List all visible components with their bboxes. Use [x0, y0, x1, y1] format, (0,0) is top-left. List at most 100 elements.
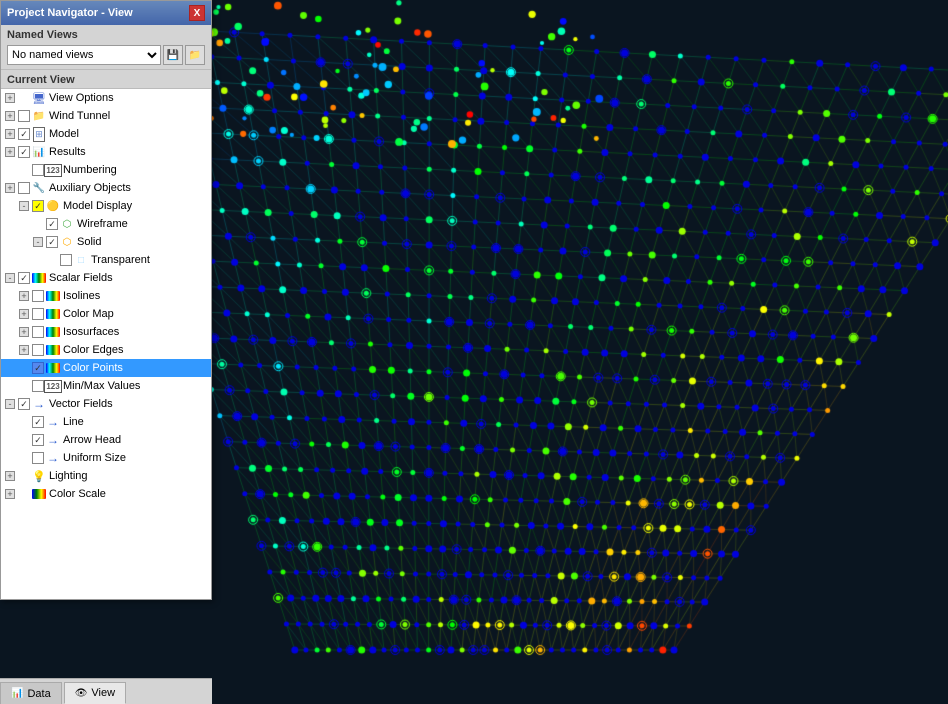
expand-btn-model-display[interactable]: - — [17, 199, 31, 213]
icon-color-edges — [45, 343, 61, 357]
tree-item-isosurfaces[interactable]: +Isosurfaces — [1, 323, 211, 341]
tree-item-arrow-head[interactable]: →Arrow Head — [1, 431, 211, 449]
expand-btn-wind-tunnel[interactable]: + — [3, 109, 17, 123]
tree-item-color-edges[interactable]: +Color Edges — [1, 341, 211, 359]
icon-model: ⊞ — [31, 127, 47, 141]
checkbox-scalar-fields[interactable] — [18, 272, 30, 284]
expand-btn-solid[interactable]: - — [31, 235, 45, 249]
tree-container[interactable]: +🖥View Options+📁Wind Tunnel+⊞Model+📊Resu… — [1, 89, 211, 599]
expand-btn-color-scale[interactable]: + — [3, 487, 17, 501]
checkbox-vector-fields[interactable] — [18, 398, 30, 410]
data-tab-label: Data — [27, 688, 50, 700]
label-color-scale: Color Scale — [49, 488, 106, 500]
expand-btn-uniform-size[interactable] — [17, 451, 31, 465]
view-tab[interactable]: 👁 View — [64, 682, 126, 704]
expand-btn-view-options[interactable]: + — [3, 91, 17, 105]
label-view-options: View Options — [49, 92, 114, 104]
expand-btn-results[interactable]: + — [3, 145, 17, 159]
checkbox-line[interactable] — [32, 416, 44, 428]
tree-item-results[interactable]: +📊Results — [1, 143, 211, 161]
tree-item-auxiliary-objects[interactable]: +🔧Auxiliary Objects — [1, 179, 211, 197]
close-button[interactable]: X — [189, 5, 205, 21]
label-wireframe: Wireframe — [77, 218, 128, 230]
expand-btn-wireframe[interactable] — [31, 217, 45, 231]
expand-btn-arrow-head[interactable] — [17, 433, 31, 447]
checkbox-uniform-size[interactable] — [32, 452, 44, 464]
panel-title: Project Navigator - View — [7, 7, 133, 19]
checkbox-isolines[interactable] — [32, 290, 44, 302]
icon-arrow-head: → — [45, 433, 61, 447]
expand-btn-minmax-values[interactable] — [17, 379, 31, 393]
named-views-row: No named views 💾 📁 — [7, 45, 205, 65]
icon-color-points — [45, 361, 61, 375]
expand-btn-auxiliary-objects[interactable]: + — [3, 181, 17, 195]
expand-btn-color-map[interactable]: + — [17, 307, 31, 321]
checkbox-color-points[interactable] — [32, 362, 44, 374]
data-tab[interactable]: 📊 Data — [0, 682, 62, 704]
load-view-button[interactable]: 📁 — [185, 45, 205, 65]
checkbox-isosurfaces[interactable] — [32, 326, 44, 338]
checkbox-numbering[interactable] — [32, 164, 44, 176]
icon-solid: ⬡ — [59, 235, 75, 249]
expand-btn-isosurfaces[interactable]: + — [17, 325, 31, 339]
named-views-section: Named Views No named views 💾 📁 — [1, 25, 211, 70]
tree-item-color-map[interactable]: + Color Map — [1, 305, 211, 323]
tree-item-isolines[interactable]: +Isolines — [1, 287, 211, 305]
tree-item-vector-fields[interactable]: -→Vector Fields — [1, 395, 211, 413]
tree-item-wireframe[interactable]: ⬡Wireframe — [1, 215, 211, 233]
tree-item-wind-tunnel[interactable]: +📁Wind Tunnel — [1, 107, 211, 125]
tree-item-model-display[interactable]: -🟡Model Display — [1, 197, 211, 215]
icon-scalar-fields — [31, 271, 47, 285]
tree-item-color-scale[interactable]: + Color Scale — [1, 485, 211, 503]
expand-btn-model[interactable]: + — [3, 127, 17, 141]
icon-color-map — [45, 307, 61, 321]
tree-item-uniform-size[interactable]: →Uniform Size — [1, 449, 211, 467]
tree-item-model[interactable]: + ⊞Model — [1, 125, 211, 143]
expand-btn-vector-fields[interactable]: - — [3, 397, 17, 411]
tree-item-lighting[interactable]: +💡Lighting — [1, 467, 211, 485]
checkbox-wind-tunnel[interactable] — [18, 110, 30, 122]
icon-uniform-size: → — [45, 451, 61, 465]
tree-item-numbering[interactable]: 123Numbering — [1, 161, 211, 179]
tree-item-solid[interactable]: -⬡Solid — [1, 233, 211, 251]
label-model-display: Model Display — [63, 200, 132, 212]
tree-item-scalar-fields[interactable]: - Scalar Fields — [1, 269, 211, 287]
checkbox-model[interactable] — [18, 128, 30, 140]
tree-item-color-points[interactable]: Color Points — [1, 359, 211, 377]
view-tab-icon: 👁 — [75, 688, 88, 699]
save-view-button[interactable]: 💾 — [163, 45, 183, 65]
checkbox-transparent[interactable] — [60, 254, 72, 266]
expand-btn-numbering[interactable] — [17, 163, 31, 177]
expand-btn-color-edges[interactable]: + — [17, 343, 31, 357]
checkbox-solid[interactable] — [46, 236, 58, 248]
checkbox-arrow-head[interactable] — [32, 434, 44, 446]
tree-item-line[interactable]: →Line — [1, 413, 211, 431]
expand-btn-line[interactable] — [17, 415, 31, 429]
icon-lighting: 💡 — [31, 469, 47, 483]
tree-item-view-options[interactable]: + 🖥View Options — [1, 89, 211, 107]
expand-btn-color-points[interactable] — [17, 361, 31, 375]
expand-btn-scalar-fields[interactable]: - — [3, 271, 17, 285]
checkbox-color-map[interactable] — [32, 308, 44, 320]
label-scalar-fields: Scalar Fields — [49, 272, 113, 284]
checkbox-wireframe[interactable] — [46, 218, 58, 230]
checkbox-color-edges[interactable] — [32, 344, 44, 356]
label-model: Model — [49, 128, 79, 140]
label-color-points: Color Points — [63, 362, 123, 374]
named-views-label: Named Views — [7, 29, 205, 41]
named-views-select[interactable]: No named views — [7, 45, 161, 65]
checkbox-auxiliary-objects[interactable] — [18, 182, 30, 194]
expand-btn-transparent[interactable] — [45, 253, 59, 267]
tree-item-transparent[interactable]: □Transparent — [1, 251, 211, 269]
label-color-map: Color Map — [63, 308, 114, 320]
label-transparent: Transparent — [91, 254, 150, 266]
label-minmax-values: Min/Max Values — [63, 380, 140, 392]
icon-view-options: 🖥 — [31, 91, 47, 105]
icon-wireframe: ⬡ — [59, 217, 75, 231]
checkbox-results[interactable] — [18, 146, 30, 158]
expand-btn-isolines[interactable]: + — [17, 289, 31, 303]
tree-item-minmax-values[interactable]: 123Min/Max Values — [1, 377, 211, 395]
expand-btn-lighting[interactable]: + — [3, 469, 17, 483]
checkbox-minmax-values[interactable] — [32, 380, 44, 392]
checkbox-model-display[interactable] — [32, 200, 44, 212]
